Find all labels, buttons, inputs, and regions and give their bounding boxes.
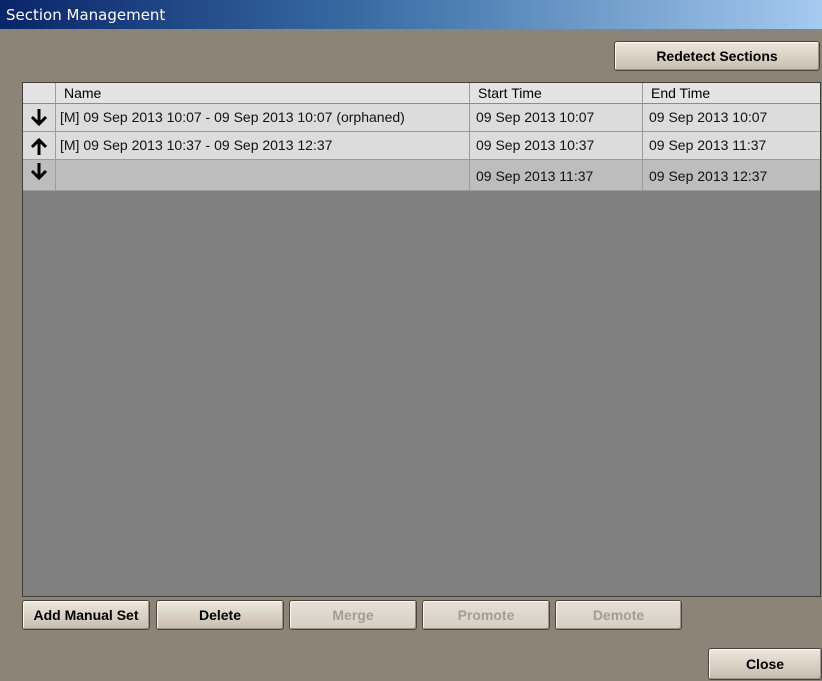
promote-button[interactable]: Promote — [422, 600, 550, 630]
row-name — [56, 160, 470, 190]
column-header-start-time[interactable]: Start Time — [470, 83, 643, 103]
merge-button[interactable]: Merge — [289, 600, 417, 630]
column-header-name[interactable]: Name — [56, 83, 470, 103]
table-row[interactable]: 09 Sep 2013 11:37 09 Sep 2013 12:37 — [23, 160, 820, 191]
demote-button[interactable]: Demote — [555, 600, 682, 630]
add-manual-set-button[interactable]: Add Manual Set — [22, 600, 150, 630]
close-button[interactable]: Close — [708, 648, 822, 680]
window-title: Section Management — [6, 6, 166, 24]
row-end-time: 09 Sep 2013 12:37 — [649, 168, 768, 184]
redetect-sections-button[interactable]: Redetect Sections — [614, 41, 820, 71]
row-icon-cell — [23, 104, 56, 131]
column-header-end-time[interactable]: End Time — [643, 83, 820, 103]
row-start-time: 09 Sep 2013 11:37 — [470, 160, 643, 190]
row-icon-cell — [23, 160, 56, 190]
row-start-time: 09 Sep 2013 10:37 — [470, 132, 643, 159]
row-icon-cell — [23, 132, 56, 159]
title-bar: Section Management — [0, 0, 822, 29]
table-header: Name Start Time End Time — [23, 83, 820, 104]
sections-table: Name Start Time End Time [M] 09 Sep 2013… — [22, 82, 821, 597]
arrow-down-icon — [30, 163, 48, 180]
row-name: [M] 09 Sep 2013 10:07 - 09 Sep 2013 10:0… — [56, 104, 470, 131]
arrow-down-icon — [30, 109, 48, 126]
table-row[interactable]: [M] 09 Sep 2013 10:37 - 09 Sep 2013 12:3… — [23, 132, 820, 160]
row-end-time: 09 Sep 2013 10:07 — [649, 109, 768, 125]
row-name: [M] 09 Sep 2013 10:37 - 09 Sep 2013 12:3… — [56, 132, 470, 159]
row-start-time: 09 Sep 2013 10:07 — [470, 104, 643, 131]
row-end-time: 09 Sep 2013 11:37 — [649, 137, 767, 153]
arrow-up-icon — [30, 138, 48, 155]
column-header-icon — [23, 83, 56, 103]
table-row[interactable]: [M] 09 Sep 2013 10:07 - 09 Sep 2013 10:0… — [23, 104, 820, 132]
delete-button[interactable]: Delete — [156, 600, 284, 630]
